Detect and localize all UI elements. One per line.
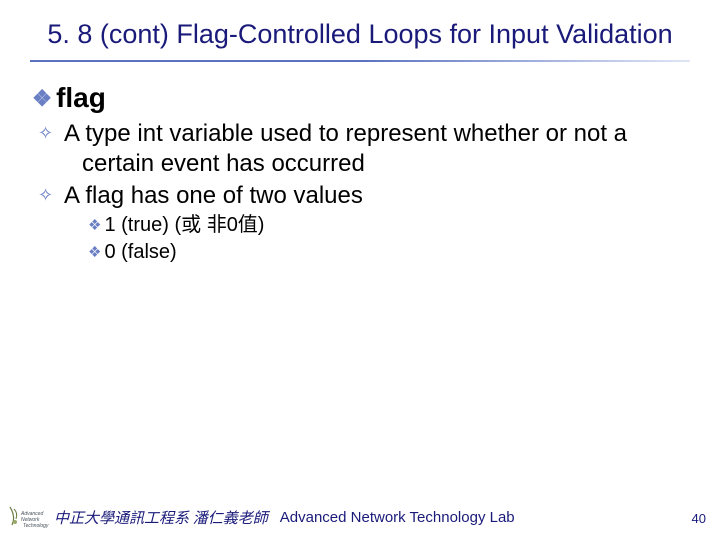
svg-text:Technology: Technology — [23, 523, 49, 529]
logo-icon: Advanced Network Technology — [6, 503, 50, 531]
slide: 5. 8 (cont) Flag-Controlled Loops for In… — [0, 0, 720, 540]
title-underline — [30, 60, 690, 62]
bullet-level1: ❖flag — [32, 80, 688, 115]
slide-content: ❖flag ✧A type int variable used to repre… — [0, 72, 720, 265]
def1-text: A type int variable used to represent wh… — [64, 120, 627, 177]
diamond-bullet-icon: ❖ — [88, 244, 101, 263]
val2-text: 0 (false) — [104, 241, 176, 263]
diamond-bullet-icon: ❖ — [32, 85, 52, 113]
bullet-level3: ❖0 (false) — [88, 240, 688, 265]
footer: Advanced Network Technology 中正大學通訊工程系 潘仁… — [0, 502, 720, 532]
bullet-level3: ❖1 (true) (或 非0值) — [88, 213, 688, 238]
bullet-level2: ✧A type int variable used to represent w… — [60, 119, 688, 179]
page-number: 40 — [692, 511, 706, 526]
bullet-level2: ✧A flag has one of two values — [60, 181, 688, 211]
val1-text: 1 (true) (或 非0值) — [104, 214, 264, 236]
heading-text: flag — [56, 82, 106, 113]
footer-en-text: Advanced Network Technology Lab — [280, 509, 515, 526]
slide-title: 5. 8 (cont) Flag-Controlled Loops for In… — [0, 0, 720, 56]
def2-text: A flag has one of two values — [64, 182, 363, 209]
footer-cn-text: 中正大學通訊工程系 潘仁義老師 — [54, 507, 268, 528]
diamond-bullet-icon: ❖ — [88, 217, 101, 236]
